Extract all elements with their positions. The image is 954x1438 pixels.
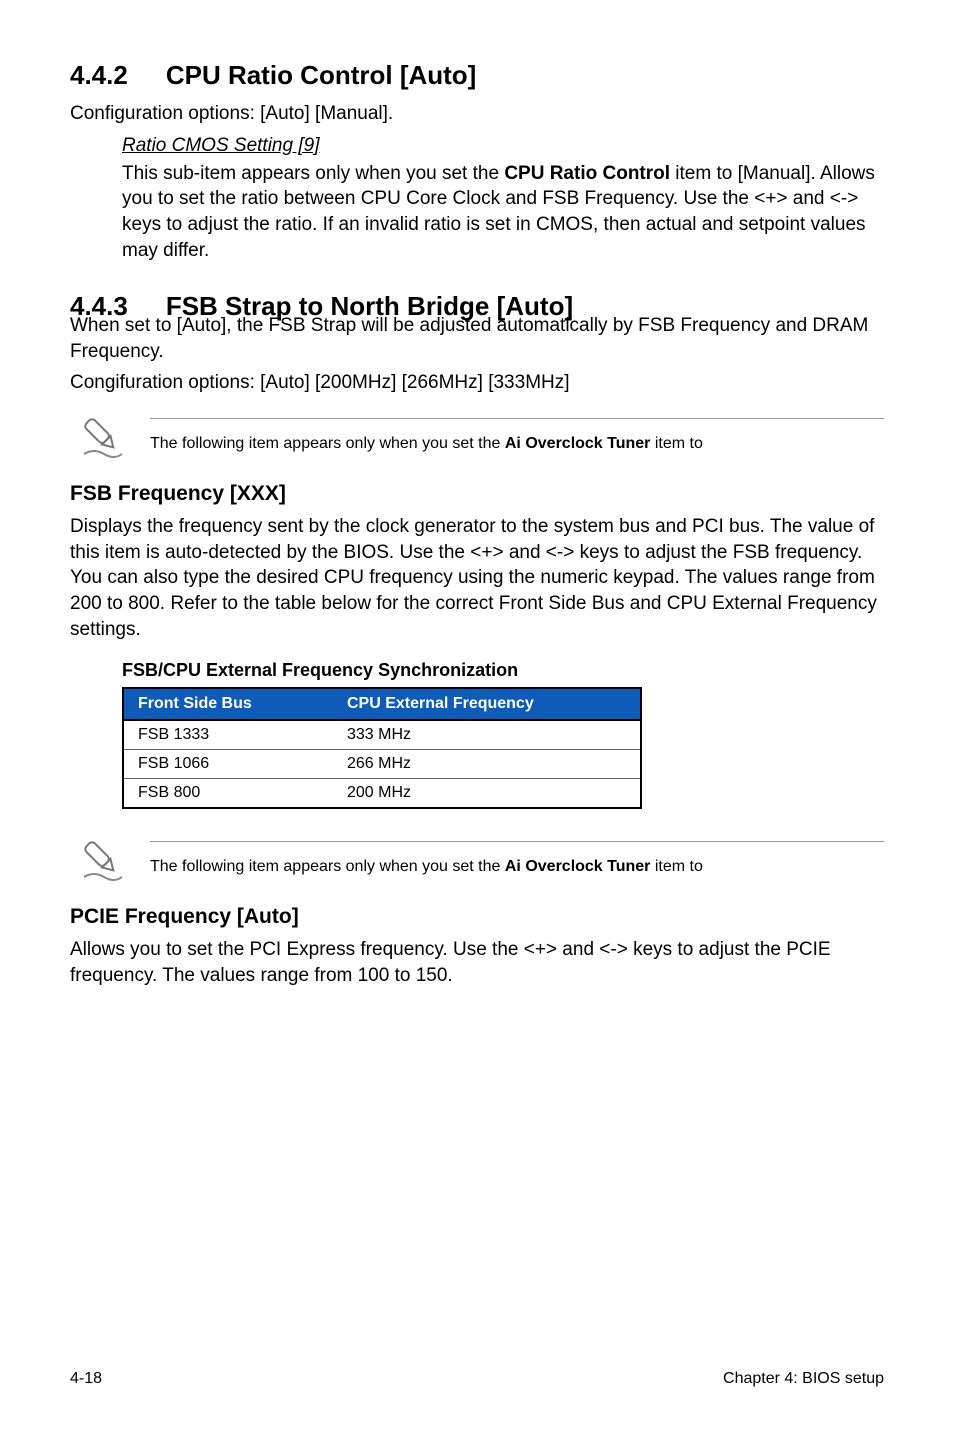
fsb-frequency-body: Displays the frequency sent by the clock… xyxy=(70,514,884,642)
section-443-body2: Congifuration options: [Auto] [200MHz] [… xyxy=(70,370,884,396)
table-row: FSB 800 200 MHz xyxy=(123,779,641,809)
table-cell: FSB 800 xyxy=(123,779,333,809)
ratio-cmos-heading: Ratio CMOS Setting [9] xyxy=(122,135,884,157)
table-header-row: Front Side Bus CPU External Frequency xyxy=(123,688,641,720)
section-443-title: FSB Strap to North Bridge [Auto] xyxy=(166,291,573,303)
pencil-note-icon xyxy=(80,414,124,458)
pcie-frequency-body: Allows you to set the PCI Express freque… xyxy=(70,937,884,988)
fsb-frequency-heading: FSB Frequency [XXX] xyxy=(70,482,884,506)
section-442-number: 4.4.2 xyxy=(70,60,128,91)
table-cell: FSB 1066 xyxy=(123,750,333,779)
table-cell: 200 MHz xyxy=(333,779,641,809)
section-443-number: 4.4.3 xyxy=(70,291,128,303)
page-footer: 4-18 Chapter 4: BIOS setup xyxy=(70,1364,884,1388)
table-row: FSB 1333 333 MHz xyxy=(123,720,641,750)
note-2: The following item appears only when you… xyxy=(80,837,884,881)
table-head-col2: CPU External Frequency xyxy=(333,688,641,720)
section-442-title: CPU Ratio Control [Auto] xyxy=(166,60,477,91)
table-cell: 266 MHz xyxy=(333,750,641,779)
footer-chapter: Chapter 4: BIOS setup xyxy=(723,1370,884,1388)
ratio-cmos-body: This sub-item appears only when you set … xyxy=(122,161,884,264)
table-cell: 333 MHz xyxy=(333,720,641,750)
footer-page-number: 4-18 xyxy=(70,1370,102,1388)
pencil-note-icon xyxy=(80,837,124,881)
fsb-frequency-table: Front Side Bus CPU External Frequency FS… xyxy=(122,687,642,809)
fsb-table-caption: FSB/CPU External Frequency Synchronizati… xyxy=(122,660,884,681)
note-1-text: The following item appears only when you… xyxy=(150,433,884,455)
ratio-cmos-block: Ratio CMOS Setting [9] This sub-item app… xyxy=(122,135,884,264)
table-cell: FSB 1333 xyxy=(123,720,333,750)
section-442-heading: 4.4.2 CPU Ratio Control [Auto] xyxy=(70,60,884,91)
table-head-col1: Front Side Bus xyxy=(123,688,333,720)
section-442-intro: Configuration options: [Auto] [Manual]. xyxy=(70,101,884,127)
section-443-heading: 4.4.3 FSB Strap to North Bridge [Auto] xyxy=(70,291,884,303)
fsb-table-wrap: FSB/CPU External Frequency Synchronizati… xyxy=(122,660,884,809)
table-row: FSB 1066 266 MHz xyxy=(123,750,641,779)
section-443-body1: When set to [Auto], the FSB Strap will b… xyxy=(70,313,884,364)
note-2-text: The following item appears only when you… xyxy=(150,856,884,878)
pcie-frequency-heading: PCIE Frequency [Auto] xyxy=(70,905,884,929)
note-1: The following item appears only when you… xyxy=(80,414,884,458)
